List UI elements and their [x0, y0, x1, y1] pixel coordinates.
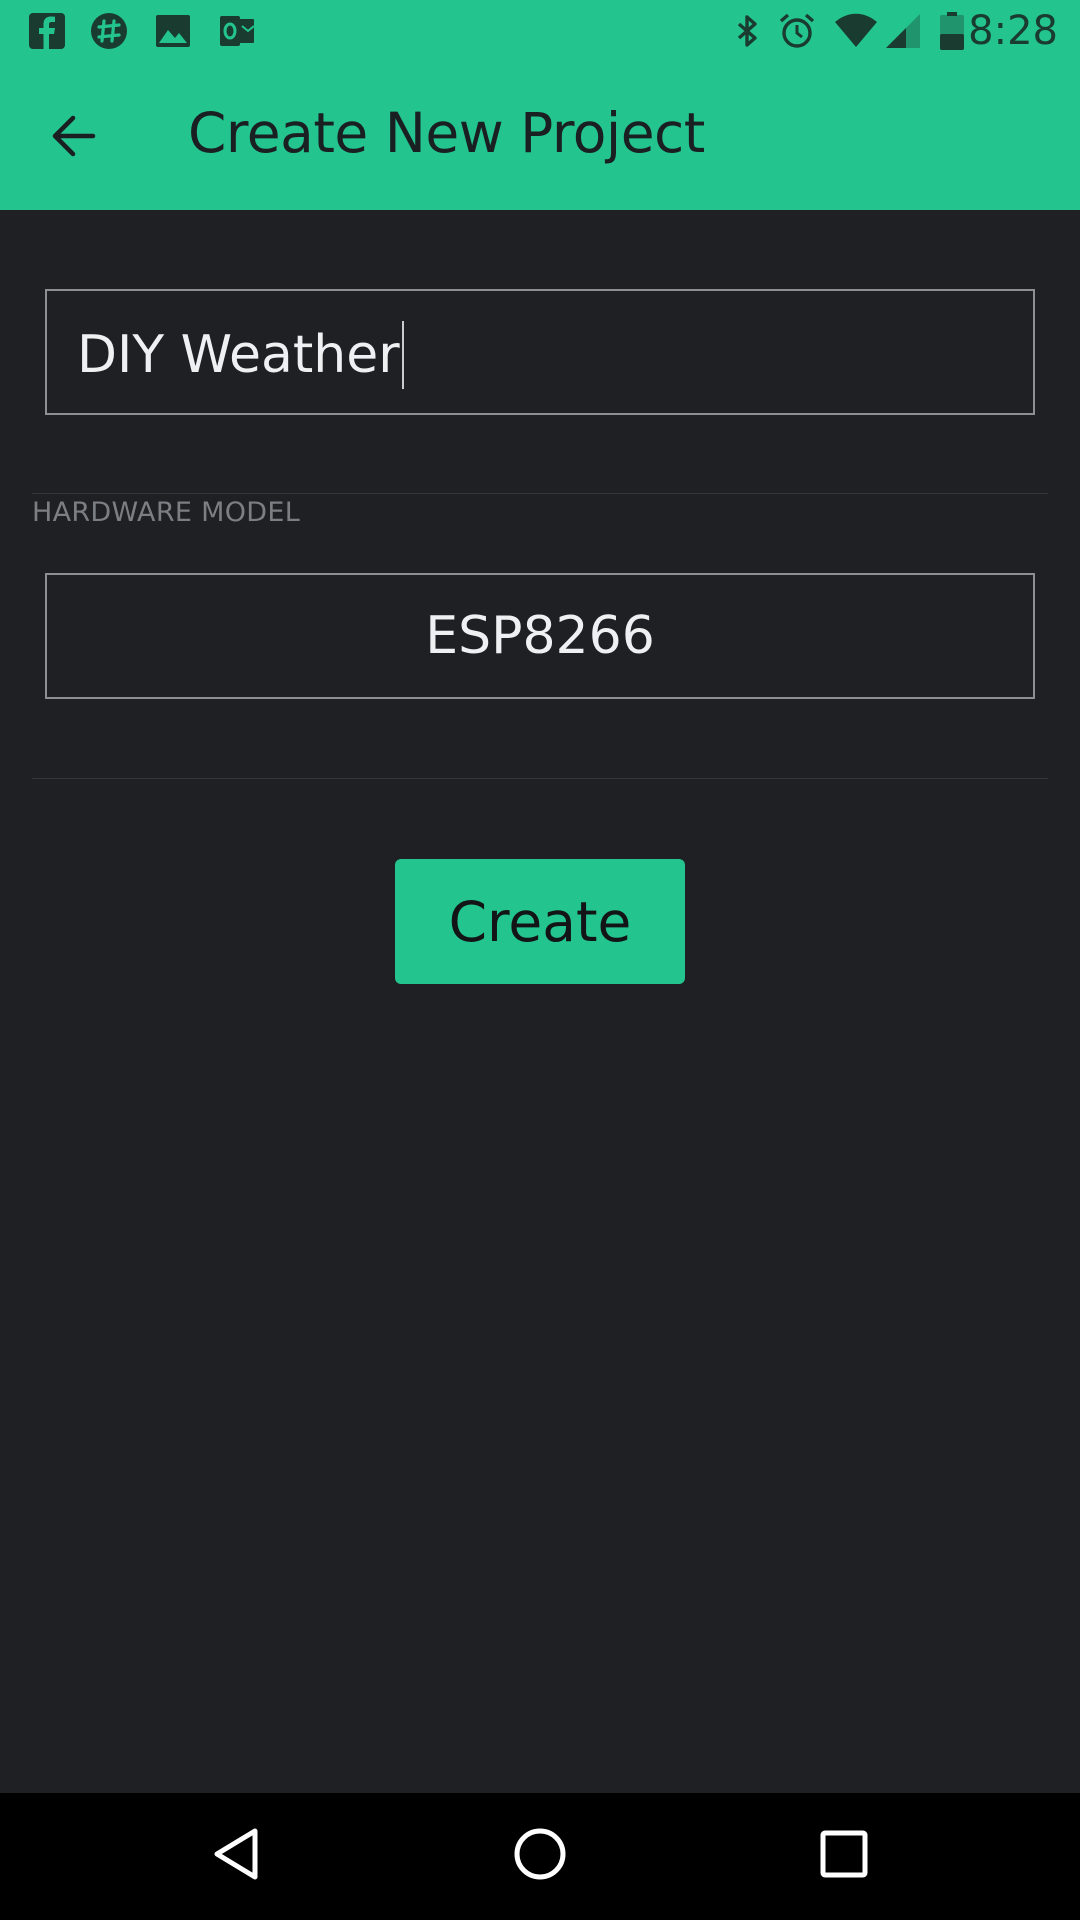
project-name-text-wrapper: DIY Weather [77, 321, 404, 389]
create-button[interactable]: Create [395, 859, 685, 984]
gallery-icon [154, 12, 192, 50]
nav-recents-button[interactable] [811, 1823, 877, 1889]
divider [32, 493, 1048, 494]
create-button-label: Create [448, 889, 632, 954]
navigation-bar [0, 1793, 1080, 1920]
nav-recents-icon [820, 1830, 868, 1882]
wifi-icon [834, 12, 878, 50]
project-name-value: DIY Weather [77, 325, 400, 385]
nav-home-icon [513, 1827, 567, 1885]
status-bar: 8:28 [0, 0, 1080, 63]
back-button[interactable] [40, 105, 106, 171]
divider [32, 778, 1048, 779]
signal-icon [884, 12, 922, 50]
hardware-model-value: ESP8266 [425, 606, 655, 666]
app-bar: Create New Project [0, 63, 1080, 210]
project-name-input[interactable]: DIY Weather [45, 289, 1035, 415]
nav-back-button[interactable] [203, 1823, 269, 1889]
hardware-model-selector[interactable]: ESP8266 [45, 573, 1035, 699]
bluetooth-icon [728, 12, 766, 50]
status-time: 8:28 [968, 8, 1058, 54]
nav-home-button[interactable] [507, 1823, 573, 1889]
alarm-icon [778, 12, 816, 50]
facebook-icon [28, 12, 66, 50]
arrow-back-icon [49, 112, 97, 164]
page-title: Create New Project [188, 101, 705, 165]
battery-icon [938, 12, 966, 50]
nav-back-icon [211, 1827, 261, 1885]
outlook-icon [218, 12, 256, 50]
hardware-model-label: HARDWARE MODEL [32, 497, 301, 528]
slack-icon [90, 12, 128, 50]
text-caret [401, 321, 404, 389]
